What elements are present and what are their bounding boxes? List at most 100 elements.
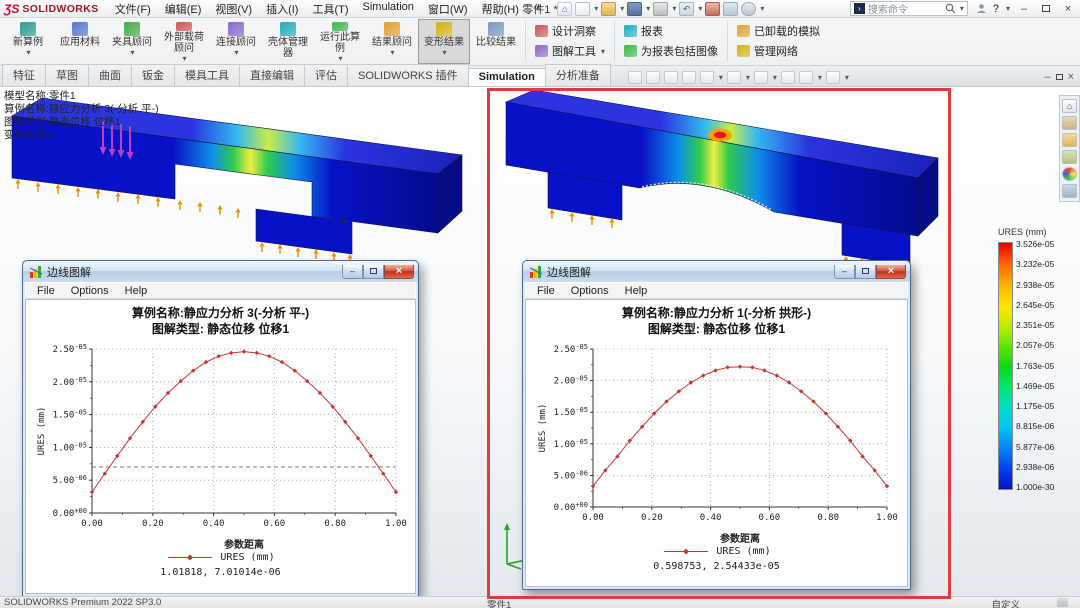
search-caret[interactable]: ▾	[960, 4, 964, 13]
ribbon-button-6[interactable]: 运行此算例▾	[314, 19, 366, 64]
tab-SOLIDWORKS 插件[interactable]: SOLIDWORKS 插件	[347, 64, 469, 86]
dialog-menu-options[interactable]: Options	[64, 284, 116, 298]
doc-restore-icon[interactable]	[1056, 71, 1063, 83]
dialog-close-button[interactable]: ×	[384, 265, 414, 279]
dialog-menu-file[interactable]: File	[530, 284, 562, 298]
ribbon-side-button-2[interactable]: 报表	[624, 23, 718, 39]
minimize-window-button[interactable]: –	[1016, 3, 1032, 15]
zoom-fit-icon[interactable]	[628, 71, 642, 84]
open-caret[interactable]: ▾	[620, 4, 624, 13]
menu-item-2[interactable]: 视图(V)	[209, 0, 258, 18]
section-view-icon[interactable]	[682, 71, 696, 84]
dialog-maximize-button[interactable]	[363, 265, 384, 279]
tab-模具工具[interactable]: 模具工具	[174, 64, 240, 86]
print-icon[interactable]	[653, 2, 668, 16]
ribbon-side-caret[interactable]: ▾	[601, 47, 605, 56]
tab-钣金[interactable]: 钣金	[131, 64, 175, 86]
options-caret[interactable]: ▾	[760, 4, 764, 13]
ribbon-button-0[interactable]: 新算例▾	[2, 19, 54, 64]
hide-show-items-icon[interactable]	[754, 71, 768, 84]
tab-草图[interactable]: 草图	[45, 64, 89, 86]
ribbon-button-caret[interactable]: ▾	[390, 48, 394, 57]
ribbon-side-button-0[interactable]: 设计洞察	[535, 23, 605, 39]
restore-window-button[interactable]	[1038, 3, 1054, 15]
user-account-icon[interactable]	[976, 3, 987, 14]
menu-item-7[interactable]: 帮助(H)	[476, 0, 525, 18]
pin-icon[interactable]: ✈	[530, 2, 543, 16]
ribbon-side-button-1[interactable]: 图解工具▾	[535, 43, 605, 59]
save-caret[interactable]: ▾	[646, 4, 650, 13]
ribbon-button-caret[interactable]: ▾	[26, 48, 30, 57]
open-icon[interactable]	[601, 2, 616, 16]
menu-item-3[interactable]: 插入(I)	[260, 0, 304, 18]
zoom-area-icon[interactable]	[646, 71, 660, 84]
edge-plot-window-arch[interactable]: 边线图解 – × FileOptionsHelp 算例名称:静应力分析 1(-分…	[522, 260, 911, 590]
close-window-button[interactable]: ×	[1060, 3, 1076, 15]
search-icon[interactable]	[945, 3, 956, 14]
dialog-titlebar[interactable]: 边线图解 – ×	[23, 261, 418, 282]
ribbon-button-1[interactable]: 应用材料	[54, 19, 106, 64]
menu-item-0[interactable]: 文件(F)	[109, 0, 157, 18]
dialog-titlebar[interactable]: 边线图解 – ×	[523, 261, 910, 282]
ribbon-button-8[interactable]: 变形结果▾	[418, 19, 470, 64]
rebuild-icon[interactable]	[705, 2, 720, 16]
statusbar-customize[interactable]: 自定义	[991, 597, 1020, 608]
display-style-icon[interactable]	[727, 71, 741, 84]
undo-caret[interactable]: ▾	[698, 4, 702, 13]
tab-Simulation[interactable]: Simulation	[468, 68, 546, 86]
menu-item-5[interactable]: Simulation	[357, 0, 420, 18]
doc-minimize-icon[interactable]: –	[1044, 71, 1050, 83]
ribbon-button-caret[interactable]: ▾	[130, 48, 134, 57]
doc-close-icon[interactable]: ×	[1068, 71, 1074, 83]
tab-分析准备[interactable]: 分析准备	[545, 64, 611, 86]
options-gear-icon[interactable]	[741, 2, 756, 16]
tab-直接编辑[interactable]: 直接编辑	[239, 64, 305, 86]
tab-评估[interactable]: 评估	[304, 64, 348, 86]
ribbon-side-button-4[interactable]: 已卸载的模拟	[737, 23, 820, 39]
menu-item-1[interactable]: 编辑(E)	[159, 0, 208, 18]
previous-view-icon[interactable]	[664, 71, 678, 84]
ribbon-button-4[interactable]: 连接顾问▾	[210, 19, 262, 64]
home-icon[interactable]: ⌂	[557, 2, 572, 16]
ribbon-side-button-5[interactable]: 管理网络	[737, 43, 820, 59]
ribbon-side-button-3[interactable]: 为报表包括图像	[624, 43, 718, 59]
statusbar-tag-icon[interactable]	[1057, 598, 1068, 607]
ribbon-button-5[interactable]: 壳体管理器	[262, 19, 314, 64]
ribbon-button-9[interactable]: 比较结果	[470, 19, 522, 64]
save-icon[interactable]	[627, 2, 642, 16]
file-properties-icon[interactable]	[723, 2, 738, 16]
ribbon-button-3[interactable]: 外部载荷顾问▾	[158, 19, 210, 64]
ribbon-button-caret[interactable]: ▾	[234, 48, 238, 57]
tab-曲面[interactable]: 曲面	[88, 64, 132, 86]
ribbon-button-caret[interactable]: ▾	[338, 54, 342, 63]
dialog-menu-options[interactable]: Options	[564, 284, 616, 298]
view-orientation-icon[interactable]	[700, 71, 714, 84]
ribbon-button-caret[interactable]: ▾	[182, 54, 186, 63]
fea-model-arch-beam[interactable]	[490, 88, 940, 273]
home-tab-icon[interactable]: ⌂	[1062, 99, 1077, 113]
apply-scene-icon[interactable]	[799, 71, 813, 84]
menu-item-6[interactable]: 窗口(W)	[422, 0, 474, 18]
tab-特征[interactable]: 特征	[2, 64, 46, 86]
ribbon-button-7[interactable]: 结果顾问▾	[366, 19, 418, 64]
dialog-minimize-button[interactable]: –	[834, 265, 855, 279]
print-caret[interactable]: ▾	[672, 4, 676, 13]
design-library-icon[interactable]	[1062, 116, 1077, 130]
edge-plot-window-flat[interactable]: 边线图解 – × FileOptionsHelp 算例名称:静应力分析 3(-分…	[22, 260, 419, 597]
dialog-menu-help[interactable]: Help	[618, 284, 655, 298]
ribbon-button-caret[interactable]: ▾	[442, 48, 446, 57]
appearances-scenes-icon[interactable]	[1062, 167, 1077, 181]
ribbon-button-2[interactable]: 夹具顾问▾	[106, 19, 158, 64]
help-caret[interactable]: ▾	[1006, 4, 1010, 13]
help-button[interactable]: ?	[993, 3, 999, 15]
new-document-caret[interactable]: ▾	[594, 4, 598, 13]
menu-item-4[interactable]: 工具(T)	[306, 0, 354, 18]
file-explorer-icon[interactable]	[1062, 133, 1077, 147]
view-palette-icon[interactable]	[1062, 150, 1077, 164]
view-settings-icon[interactable]	[826, 71, 840, 84]
new-document-icon[interactable]	[575, 2, 590, 16]
search-box[interactable]: › 搜索命令 ▾	[850, 1, 968, 16]
dialog-minimize-button[interactable]: –	[342, 265, 363, 279]
dialog-close-button[interactable]: ×	[876, 265, 906, 279]
custom-properties-icon[interactable]	[1062, 184, 1077, 198]
